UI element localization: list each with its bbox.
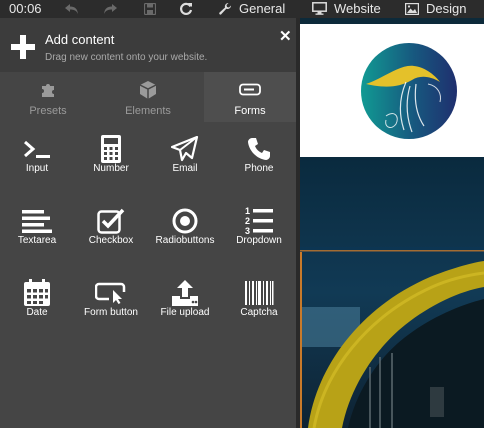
terminal-prompt-icon (0, 134, 74, 164)
panel-tabs: Presets Elements Forms (0, 72, 296, 122)
form-item-date[interactable]: Date (0, 266, 74, 336)
website-label: Website (334, 1, 381, 16)
wrench-icon (219, 2, 232, 15)
general-menu[interactable]: General (218, 1, 285, 16)
button-cursor-icon (74, 278, 148, 308)
form-item-textarea[interactable]: Textarea (0, 194, 74, 264)
site-logo (361, 43, 457, 139)
calculator-icon (74, 134, 148, 164)
form-item-label: Textarea (17, 235, 57, 246)
top-toolbar: 00:06 General Website Design (0, 0, 484, 18)
site-logo-area[interactable] (300, 24, 484, 157)
tab-forms[interactable]: Forms (204, 72, 296, 122)
numbered-list-icon: 123 (222, 206, 296, 236)
undo-icon[interactable] (64, 1, 80, 17)
website-menu[interactable]: Website (312, 1, 381, 16)
cube-icon (100, 80, 196, 100)
form-item-email[interactable]: Email (148, 122, 222, 192)
refresh-icon[interactable] (178, 1, 194, 17)
radio-icon (148, 206, 222, 236)
form-items-grid: Input Number Email Phone Textarea Checkb… (0, 122, 296, 428)
redo-icon[interactable] (102, 1, 118, 17)
panel-header: Add content Drag new content onto your w… (0, 18, 296, 72)
website-preview (296, 18, 484, 428)
upload-icon (148, 278, 222, 308)
form-item-input[interactable]: Input (0, 122, 74, 192)
form-item-checkbox[interactable]: Checkbox (74, 194, 148, 264)
barcode-icon (222, 278, 296, 308)
tab-presets-label: Presets (29, 105, 67, 117)
image-icon (405, 2, 419, 15)
form-item-label: Phone (244, 163, 274, 174)
phone-icon (222, 134, 296, 164)
calendar-icon (0, 278, 74, 308)
form-item-label: Radiobuttons (155, 235, 215, 246)
panel-title: Add content (45, 32, 115, 47)
form-item-form-button[interactable]: Form button (74, 266, 148, 336)
form-item-label: Number (93, 163, 129, 174)
monitor-icon (312, 2, 327, 15)
close-icon[interactable]: ✕ (279, 29, 292, 44)
form-item-dropdown[interactable]: 123 Dropdown (222, 194, 296, 264)
svg-text:1: 1 (245, 206, 250, 216)
paper-plane-icon (148, 134, 222, 164)
align-left-icon (0, 206, 74, 236)
hero-photo (300, 157, 484, 428)
form-item-label: Date (26, 307, 48, 318)
time-display: 00:06 (9, 1, 42, 16)
form-item-label: Dropdown (236, 235, 282, 246)
hero-image[interactable] (300, 157, 484, 428)
design-menu[interactable]: Design (405, 1, 466, 16)
tab-elements[interactable]: Elements (100, 72, 196, 122)
puzzle-icon (0, 80, 96, 100)
form-item-label: File upload (160, 307, 210, 318)
form-item-captcha[interactable]: Captcha (222, 266, 296, 336)
input-field-icon (204, 80, 296, 100)
design-label: Design (426, 1, 467, 16)
form-item-phone[interactable]: Phone (222, 122, 296, 192)
plus-icon (11, 35, 35, 59)
svg-text:2: 2 (245, 216, 250, 226)
form-item-label: Form button (84, 307, 138, 318)
form-item-label: Input (25, 163, 49, 174)
general-label: General (239, 1, 286, 16)
checkbox-icon (74, 206, 148, 236)
panel-subtitle: Drag new content onto your website. (45, 52, 208, 63)
save-icon[interactable] (142, 1, 158, 17)
form-item-label: Checkbox (88, 235, 134, 246)
form-item-label: Captcha (240, 307, 278, 318)
tab-forms-label: Forms (234, 105, 266, 117)
form-item-file-upload[interactable]: File upload (148, 266, 222, 336)
add-content-panel: Add content Drag new content onto your w… (0, 18, 296, 428)
form-item-label: Email (172, 163, 198, 174)
form-item-number[interactable]: Number (74, 122, 148, 192)
tab-elements-label: Elements (125, 105, 171, 117)
form-item-radiobuttons[interactable]: Radiobuttons (148, 194, 222, 264)
tab-presets[interactable]: Presets (0, 72, 96, 122)
